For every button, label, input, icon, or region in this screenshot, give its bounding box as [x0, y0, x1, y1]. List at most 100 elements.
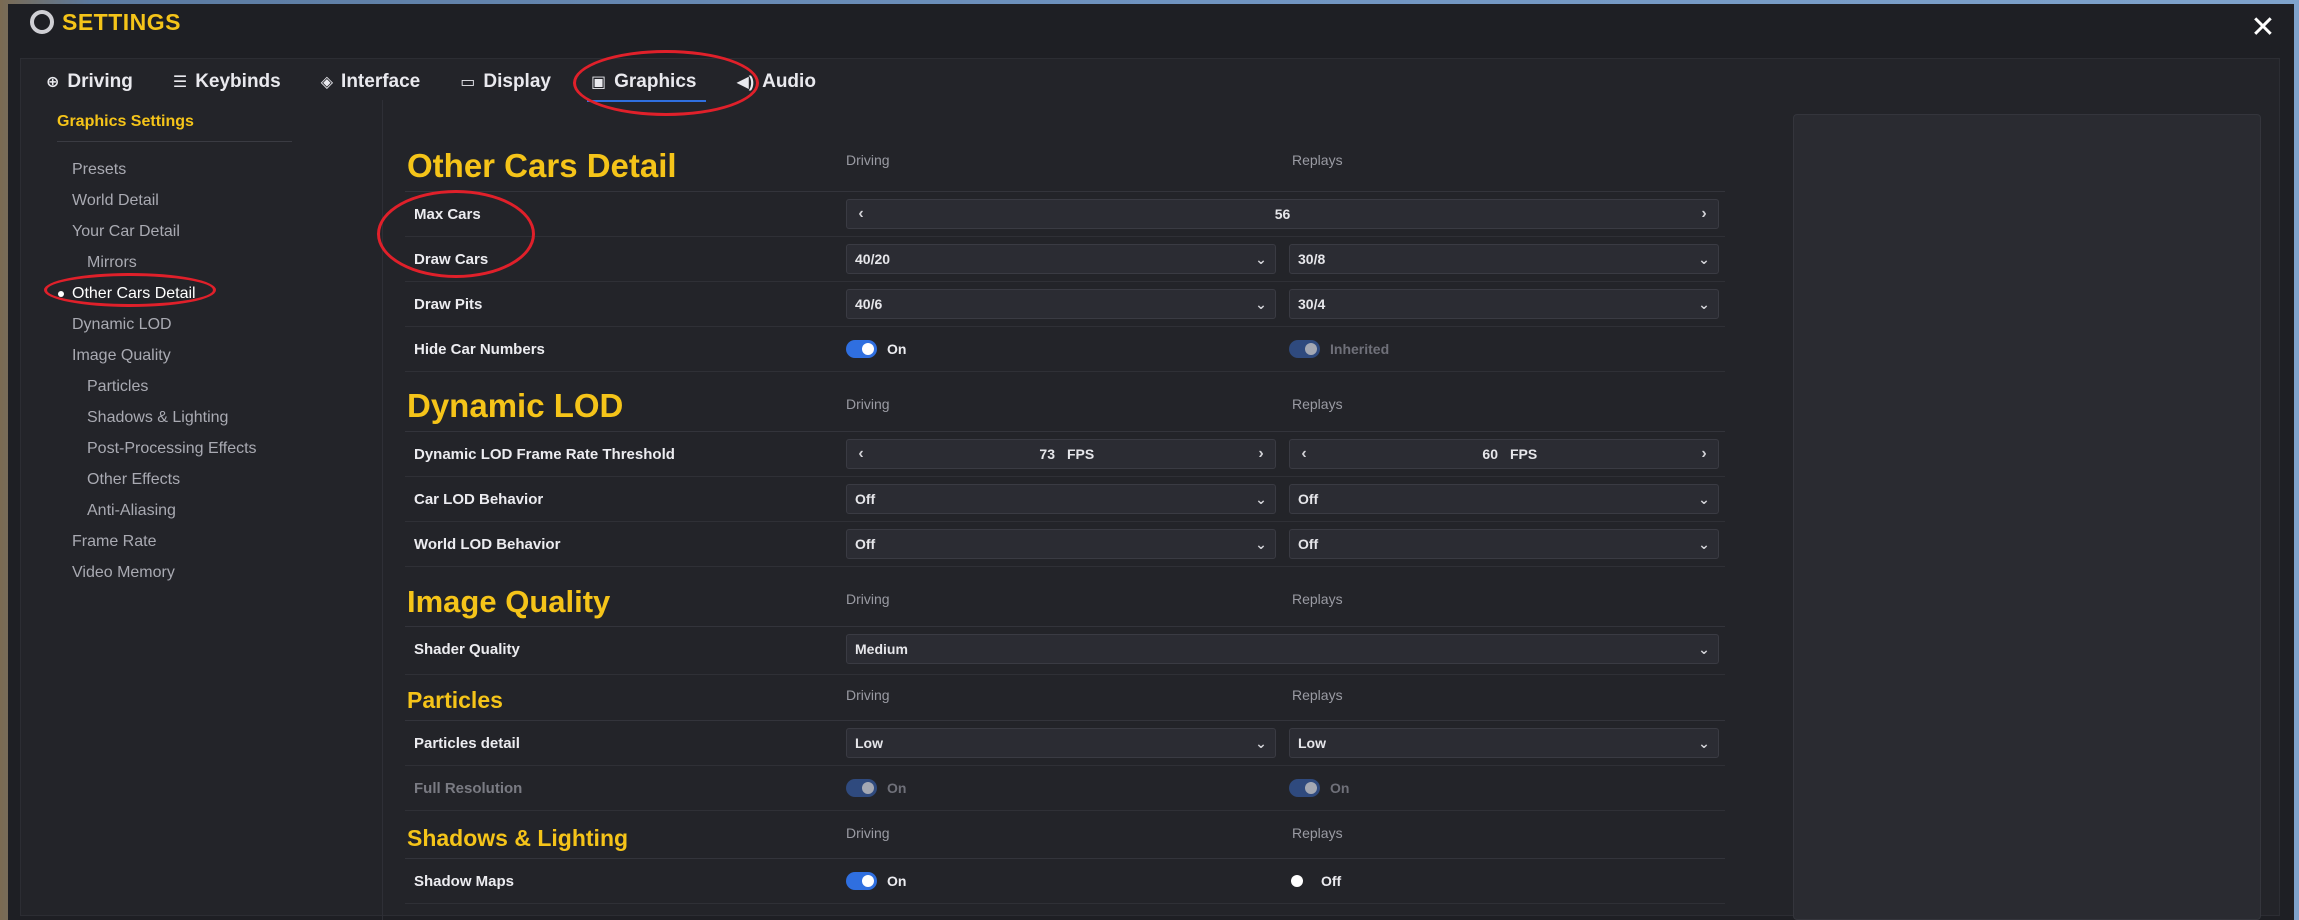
toggle-label: On [1330, 780, 1350, 796]
chevron-left-icon[interactable]: ‹ [847, 205, 875, 223]
shader-quality-select[interactable]: Medium ⌄ [846, 634, 1719, 664]
toggle-switch[interactable] [1289, 340, 1320, 358]
select-value: Medium [855, 641, 908, 657]
setting-row-car-lod: Car LOD Behavior Off ⌄ Off ⌄ [405, 477, 1725, 522]
toggle-switch[interactable] [846, 340, 877, 358]
sidebar-item-post-processing[interactable]: Post-Processing Effects [57, 433, 292, 464]
tab-audio[interactable]: ◀) Audio [736, 62, 815, 102]
sidebar-item-shadows-lighting[interactable]: Shadows & Lighting [57, 402, 292, 433]
tab-keybinds[interactable]: ☰ Keybinds [173, 62, 281, 102]
section-title: Shadows & Lighting [407, 825, 629, 851]
tab-label: Keybinds [195, 71, 281, 92]
toggle-label: On [887, 780, 907, 796]
chevron-left-icon[interactable]: ‹ [1290, 445, 1318, 463]
draw-cars-replays-select[interactable]: 30/8 ⌄ [1289, 244, 1719, 274]
column-label-replays: Replays [1292, 591, 1343, 607]
chevron-down-icon: ⌄ [1698, 535, 1710, 552]
column-label-replays: Replays [1292, 825, 1343, 841]
select-value: Off [1298, 491, 1319, 507]
toggle-switch[interactable] [1289, 872, 1305, 890]
tab-label: Audio [762, 71, 816, 92]
setting-row-hide-car-numbers: Hide Car Numbers On Inherited [405, 327, 1725, 372]
draw-pits-replays-select[interactable]: 30/4 ⌄ [1289, 289, 1719, 319]
setting-label: Shader Quality [414, 641, 520, 658]
tab-label: Display [483, 71, 551, 92]
chevron-right-icon[interactable]: › [1690, 205, 1718, 223]
toggle-switch[interactable] [1289, 779, 1320, 797]
section-header-shadows: Shadows & Lighting Driving Replays [405, 811, 1725, 859]
toggle-label: Off [1321, 873, 1342, 889]
select-value: 30/8 [1298, 251, 1326, 267]
setting-row-lod-threshold: Dynamic LOD Frame Rate Threshold ‹ 73 FP… [405, 432, 1725, 477]
column-label-driving: Driving [846, 396, 890, 412]
monitor-icon: ▭ [460, 74, 476, 91]
select-value: Low [855, 735, 883, 751]
sidebar-item-other-cars-detail[interactable]: Other Cars Detail [57, 278, 292, 309]
full-res-driving-toggle: On [846, 779, 906, 797]
toggle-label: Inherited [1330, 341, 1390, 357]
speaker-icon: ◀) [736, 74, 755, 91]
preview-panel [1793, 114, 2261, 920]
chevron-right-icon[interactable]: › [1690, 445, 1718, 463]
section-header-other-cars: Other Cars Detail Driving Replays [405, 128, 1725, 192]
select-value: 40/6 [855, 296, 883, 312]
section-title: Particles [407, 687, 503, 713]
stepper-unit: FPS [1510, 446, 1538, 462]
world-lod-replays-select[interactable]: Off ⌄ [1289, 529, 1719, 559]
toggle-switch[interactable] [846, 779, 877, 797]
sidebar-divider [382, 100, 383, 920]
column-label-replays: Replays [1292, 687, 1343, 703]
car-lod-driving-select[interactable]: Off ⌄ [846, 484, 1276, 514]
setting-row-draw-cars: Draw Cars 40/20 ⌄ 30/8 ⌄ [405, 237, 1725, 282]
tab-graphics[interactable]: ▣ Graphics [586, 62, 706, 102]
column-label-driving: Driving [846, 152, 890, 168]
setting-row-draw-pits: Draw Pits 40/6 ⌄ 30/4 ⌄ [405, 282, 1725, 327]
chevron-left-icon[interactable]: ‹ [847, 445, 875, 463]
lod-threshold-replays-stepper: ‹ 60 FPS › [1289, 439, 1719, 469]
tab-interface[interactable]: ◈ Interface [321, 62, 421, 102]
sidebar-item-world-detail[interactable]: World Detail [57, 185, 292, 216]
sidebar-item-presets[interactable]: Presets [57, 154, 292, 185]
column-label-driving: Driving [846, 687, 890, 703]
setting-row-world-lod: World LOD Behavior Off ⌄ Off ⌄ [405, 522, 1725, 567]
chevron-right-icon[interactable]: › [1247, 445, 1275, 463]
title-bar: SETTINGS [8, 4, 2294, 40]
select-value: 40/20 [855, 251, 891, 267]
tab-display[interactable]: ▭ Display [460, 62, 551, 102]
sidebar-item-other-effects[interactable]: Other Effects [57, 464, 292, 495]
sidebar-item-your-car-detail[interactable]: Your Car Detail [57, 216, 292, 247]
toggle-switch[interactable] [846, 872, 877, 890]
stepper-value: 60 [1482, 446, 1498, 462]
select-value: 30/4 [1298, 296, 1326, 312]
sidebar-item-mirrors[interactable]: Mirrors [57, 247, 292, 278]
close-button[interactable]: ✕ [2250, 13, 2276, 43]
particles-detail-replays-select[interactable]: Low ⌄ [1289, 728, 1719, 758]
sidebar-item-frame-rate[interactable]: Frame Rate [57, 526, 292, 557]
sidebar-item-anti-aliasing[interactable]: Anti-Aliasing [57, 495, 292, 526]
draw-pits-driving-select[interactable]: 40/6 ⌄ [846, 289, 1276, 319]
sidebar-item-image-quality[interactable]: Image Quality [57, 340, 292, 371]
sidebar-item-dynamic-lod[interactable]: Dynamic LOD [57, 309, 292, 340]
layers-icon: ◈ [320, 74, 334, 91]
setting-row-shader-quality: Shader Quality Medium ⌄ [405, 627, 1725, 675]
setting-label: Car LOD Behavior [414, 491, 544, 508]
toggle-label: On [887, 873, 907, 889]
window-title: SETTINGS [62, 8, 182, 35]
car-lod-replays-select[interactable]: Off ⌄ [1289, 484, 1719, 514]
particles-detail-driving-select[interactable]: Low ⌄ [846, 728, 1276, 758]
sidebar-item-particles[interactable]: Particles [57, 371, 292, 402]
chevron-down-icon: ⌄ [1698, 640, 1710, 657]
tab-driving[interactable]: ⊕ Driving [46, 62, 133, 102]
setting-label: World LOD Behavior [414, 536, 561, 553]
draw-cars-driving-select[interactable]: 40/20 ⌄ [846, 244, 1276, 274]
world-lod-driving-select[interactable]: Off ⌄ [846, 529, 1276, 559]
sidebar-heading: Graphics Settings [57, 113, 292, 142]
sidebar-item-video-memory[interactable]: Video Memory [57, 557, 292, 588]
column-label-driving: Driving [846, 591, 890, 607]
section-title: Other Cars Detail [407, 147, 677, 184]
chip-icon: ▣ [590, 74, 607, 91]
chevron-down-icon: ⌄ [1255, 295, 1267, 312]
chevron-down-icon: ⌄ [1698, 250, 1710, 267]
column-label-replays: Replays [1292, 152, 1343, 168]
section-header-particles: Particles Driving Replays [405, 675, 1725, 721]
